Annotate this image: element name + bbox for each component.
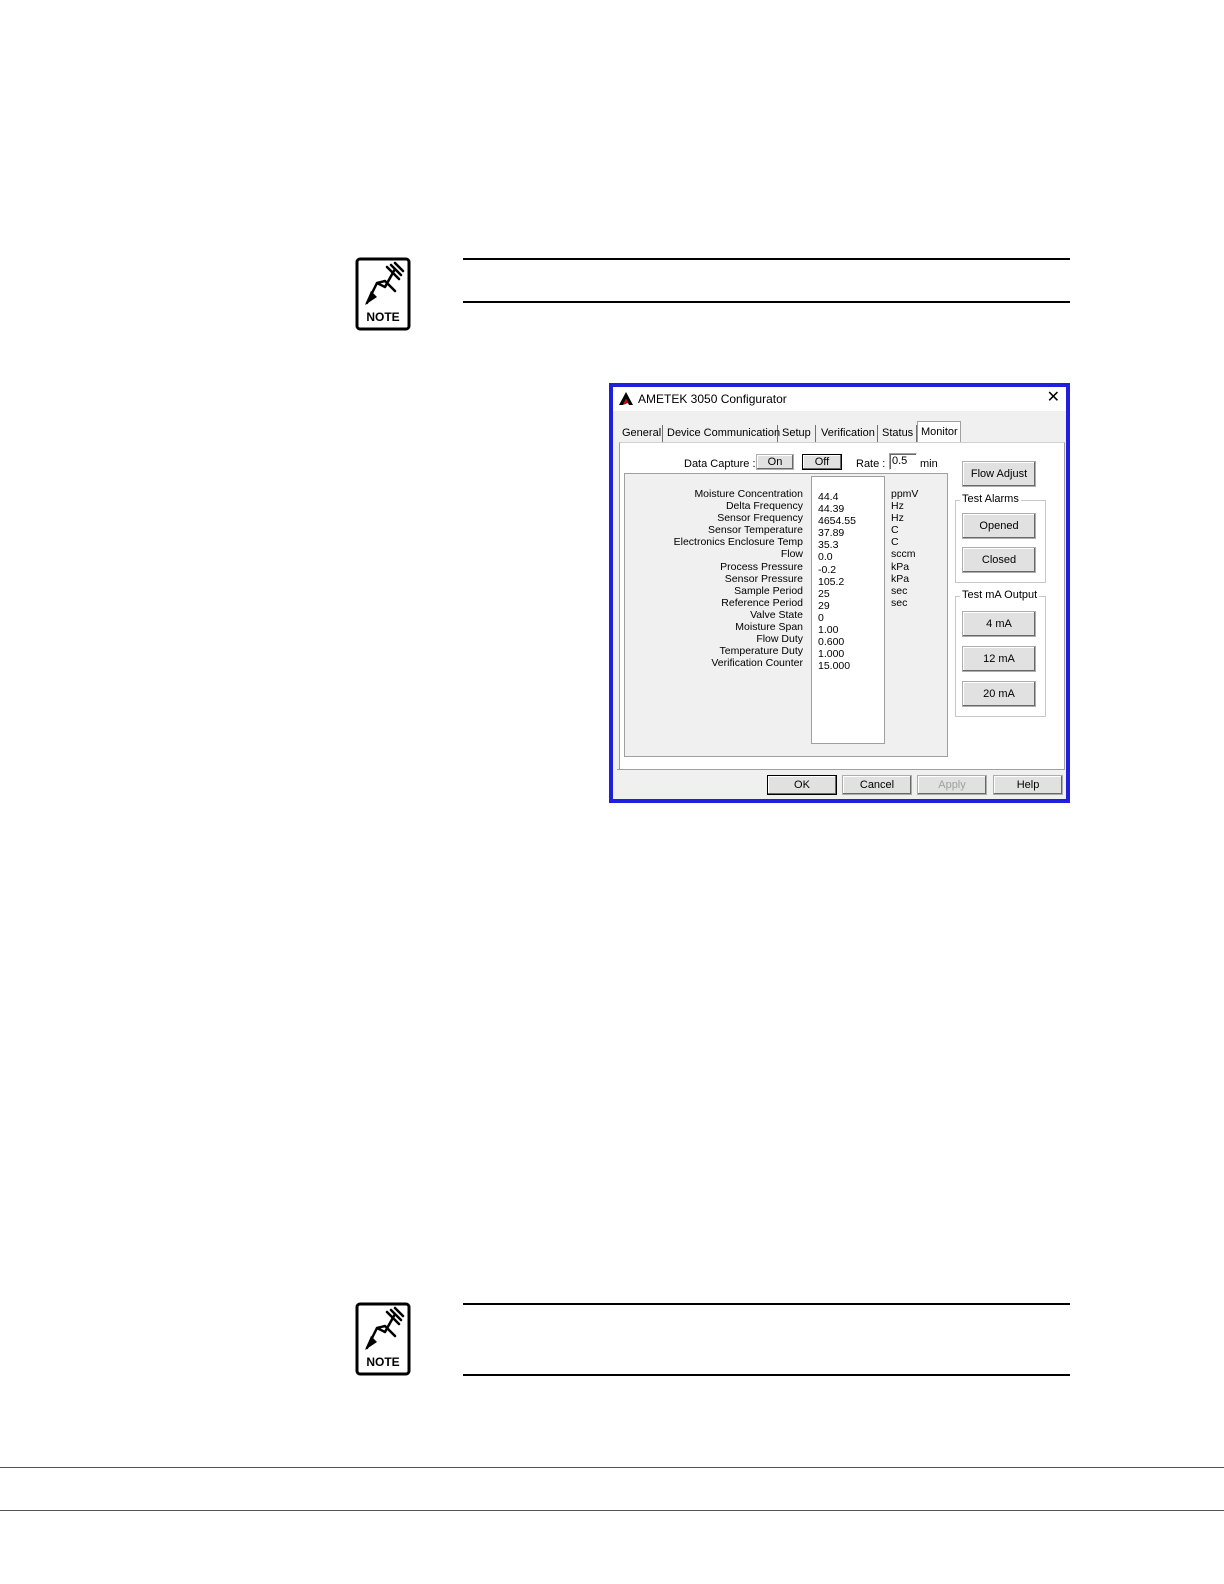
parameter-value: 0.600 <box>818 636 845 649</box>
note-bottom-rule <box>463 301 1070 303</box>
parameter-unit <box>891 633 918 645</box>
footer-top-rule <box>0 1467 1224 1468</box>
parameter-name: Moisture Span <box>735 621 803 634</box>
note-label: NOTE <box>366 310 399 324</box>
test-alarms-group: Test Alarms Opened Closed <box>955 493 1046 583</box>
data-capture-off-button[interactable]: Off <box>802 454 842 470</box>
parameter-unit: Hz <box>891 500 904 513</box>
12ma-button[interactable]: 12 mA <box>962 646 1036 672</box>
note-top-rule <box>463 1303 1070 1305</box>
parameter-value: 44.39 <box>818 503 845 516</box>
parameter-unit: C <box>891 524 899 537</box>
note-top-rule <box>463 258 1070 260</box>
parameter-value: 44.4 <box>818 491 839 503</box>
dialog-footer: OK Cancel Apply Help <box>613 769 1066 799</box>
closed-button[interactable]: Closed <box>962 547 1036 573</box>
parameter-name: Sensor Frequency <box>717 512 803 525</box>
parameter-unit <box>891 645 918 657</box>
rate-unit: min <box>920 458 938 470</box>
apply-button[interactable]: Apply <box>917 775 987 795</box>
configurator-dialog: AMETEK 3050 Configurator ✕ General Devic… <box>609 383 1070 803</box>
close-icon[interactable]: ✕ <box>1047 390 1060 406</box>
rate-label: Rate : <box>856 458 886 470</box>
tab-monitor[interactable]: Monitor <box>917 421 961 443</box>
parameter-value: 0 <box>818 611 824 624</box>
tab-setup[interactable]: Setup <box>779 425 816 443</box>
parameter-values: 44.4 44.39 4654.55 37.89 35.3 0.0 -0.2 105.2 25 2… <box>818 491 856 672</box>
4ma-button[interactable]: 4 mA <box>962 611 1036 637</box>
parameter-names: Moisture Concentration Delta Frequency Sen… <box>674 488 803 669</box>
parameter-value: 0.0 <box>818 551 833 564</box>
parameter-unit: sec <box>891 584 908 597</box>
parameter-value: 15.000 <box>818 660 851 673</box>
parameter-name: Sample Period <box>734 584 803 597</box>
parameter-name: Reference Period <box>721 596 803 609</box>
parameter-value: 25 <box>818 587 830 600</box>
parameter-name: Moisture Concentration <box>694 488 803 500</box>
parameter-value: 29 <box>818 599 830 612</box>
monitor-panel: Data Capture : On Off Rate : 0.5 min Moi… <box>619 442 1065 770</box>
monitor-data-area: Moisture Concentration Delta Frequency Sen… <box>624 473 948 757</box>
parameter-name: Flow Duty <box>756 633 803 646</box>
footer-bottom-rule <box>0 1510 1224 1511</box>
parameter-unit: sccm <box>891 548 916 561</box>
help-button[interactable]: Help <box>993 775 1063 795</box>
flow-adjust-button[interactable]: Flow Adjust <box>962 461 1036 487</box>
values-box: 44.4 44.39 4654.55 37.89 35.3 0.0 -0.2 105.2 25 2… <box>811 476 885 744</box>
note-bottom-rule <box>463 1374 1070 1376</box>
parameter-name: Delta Frequency <box>725 500 803 513</box>
opened-button[interactable]: Opened <box>962 513 1036 539</box>
parameter-unit: sec <box>891 596 908 609</box>
parameter-unit: kPa <box>891 572 910 585</box>
parameter-name: Electronics Enclosure Temp <box>673 536 803 549</box>
parameter-value: 1.00 <box>818 624 839 637</box>
test-ma-output-legend: Test mA Output <box>960 589 1040 601</box>
ametek-logo-icon <box>619 392 633 408</box>
parameter-value: 37.89 <box>818 527 845 540</box>
parameter-unit <box>891 609 918 621</box>
rate-input[interactable]: 0.5 <box>889 453 917 470</box>
parameter-name: Valve State <box>750 608 803 621</box>
parameter-unit: C <box>891 536 899 549</box>
tab-general[interactable]: General <box>619 425 663 443</box>
data-capture-on-button[interactable]: On <box>756 454 794 470</box>
parameter-units: ppmV Hz Hz C Csccm kPa kPa sec sec <box>891 488 918 669</box>
window-title: AMETEK 3050 Configurator <box>638 392 787 406</box>
parameter-value: -0.2 <box>818 563 837 576</box>
parameter-unit <box>891 657 918 669</box>
parameter-unit <box>891 621 918 633</box>
tab-status[interactable]: Status <box>879 425 917 443</box>
parameter-value: 105.2 <box>818 575 845 588</box>
ok-button[interactable]: OK <box>767 775 837 795</box>
parameter-name: Sensor Temperature <box>708 524 803 537</box>
parameter-value: 35.3 <box>818 539 839 552</box>
parameter-value: 1.000 <box>818 648 845 661</box>
parameter-unit: ppmV <box>891 488 919 500</box>
parameter-name: Sensor Pressure <box>724 572 803 585</box>
parameter-unit: kPa <box>891 560 910 573</box>
note-label: NOTE <box>366 1355 399 1369</box>
tab-device-communication[interactable]: Device Communication <box>664 425 780 443</box>
parameter-name: Temperature Duty <box>719 645 803 658</box>
parameter-name: Process Pressure <box>720 560 803 573</box>
note-icon: NOTE <box>355 257 411 331</box>
parameter-value: 4654.55 <box>818 515 856 528</box>
test-alarms-legend: Test Alarms <box>960 493 1021 505</box>
parameter-name: Flow <box>780 548 803 561</box>
20ma-button[interactable]: 20 mA <box>962 681 1036 707</box>
test-ma-output-group: Test mA Output 4 mA 12 mA 20 mA <box>955 589 1046 717</box>
data-capture-label: Data Capture : <box>684 458 756 470</box>
parameter-name: Verification Counter <box>711 657 803 670</box>
tab-verification[interactable]: Verification <box>818 425 878 443</box>
parameter-unit: Hz <box>891 512 904 525</box>
cancel-button[interactable]: Cancel <box>842 775 912 795</box>
note-icon: NOTE <box>355 1302 411 1376</box>
title-bar: AMETEK 3050 Configurator ✕ <box>613 387 1066 411</box>
